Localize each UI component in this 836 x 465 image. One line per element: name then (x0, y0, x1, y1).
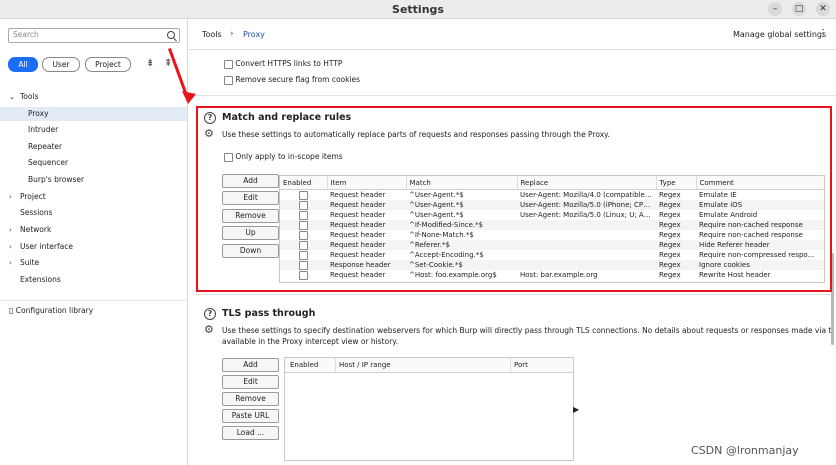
tls-pass-through-title: TLS pass through (222, 308, 316, 319)
close-button[interactable]: ✕ (816, 2, 830, 16)
filter-project[interactable]: Project (85, 57, 131, 72)
breadcrumb-separator: › (230, 29, 234, 39)
sidebar-item-sequencer[interactable]: Sequencer (0, 156, 187, 170)
maximize-button[interactable]: □ (792, 2, 806, 16)
load-button[interactable]: Load ... (222, 426, 279, 440)
filter-all[interactable]: All (8, 57, 38, 72)
tls-add-button[interactable]: Add (222, 358, 279, 372)
highlight-box (196, 106, 832, 292)
more-menu-icon[interactable]: ⋮ (818, 28, 828, 39)
sidebar-item-label: Intruder (28, 125, 59, 134)
watermark: CSDN @lronmanjay (691, 444, 799, 457)
sidebar-item-proxy[interactable]: Proxy (0, 107, 187, 121)
sidebar: Search All User Project ⇟ ⇞ ⌄ Tools Proxy I… (0, 19, 188, 465)
checkbox[interactable] (224, 75, 233, 85)
column-divider (335, 358, 336, 372)
breadcrumb-tools[interactable]: Tools (202, 30, 222, 39)
gear-icon[interactable]: ⚙ (204, 324, 215, 335)
tls-description-line-2: available in the Proxy intercept view or… (222, 337, 399, 346)
title-bar: Settings – □ ✕ (0, 0, 836, 19)
annotation-arrowhead (182, 91, 196, 104)
tls-table-header: Enabled Host / IP range Port (285, 358, 573, 373)
checkbox[interactable] (224, 59, 233, 69)
sidebar-item-project[interactable]: › Project (0, 190, 187, 204)
sidebar-divider (0, 300, 187, 301)
breadcrumb-proxy[interactable]: Proxy (243, 30, 265, 39)
sidebar-item-intruder[interactable]: Intruder (0, 123, 187, 137)
sidebar-item-label: Sequencer (28, 158, 69, 167)
sidebar-item-label: Suite (20, 258, 40, 267)
expand-all-icon[interactable]: ⇟ (146, 58, 154, 69)
sidebar-item-user-interface[interactable]: › User interface (0, 240, 187, 254)
tls-edit-button[interactable]: Edit (222, 375, 279, 389)
sidebar-item-sessions[interactable]: Sessions (0, 206, 187, 220)
sidebar-item-label: Project (20, 192, 46, 201)
search-input[interactable]: Search (8, 28, 180, 43)
window-title: Settings (392, 3, 444, 16)
column-host-ip[interactable]: Host / IP range (339, 361, 391, 369)
option-label: Convert HTTPS links to HTTP (235, 59, 343, 68)
configuration-library-link[interactable]: ▯ Configuration library (9, 306, 93, 315)
breadcrumb: Tools › Proxy Manage global settings ⋮ (188, 19, 836, 50)
sidebar-item-label: Sessions (20, 208, 53, 217)
sidebar-item-label: Repeater (28, 142, 63, 151)
sidebar-item-tools[interactable]: ⌄ Tools (0, 90, 187, 104)
chevron-right-icon[interactable]: › (9, 256, 12, 270)
column-port[interactable]: Port (514, 361, 528, 369)
sidebar-item-repeater[interactable]: Repeater (0, 140, 187, 154)
section-divider (196, 95, 836, 96)
tls-description-line-1: Use these settings to specify destinatio… (222, 326, 834, 335)
chevron-right-icon[interactable]: › (9, 190, 12, 204)
sidebar-item-burp-s-browser[interactable]: Burp's browser (0, 173, 187, 187)
book-icon: ▯ (9, 306, 14, 315)
sidebar-item-label: Tools (20, 92, 39, 101)
column-divider (510, 358, 511, 372)
chevron-right-icon[interactable]: › (9, 223, 12, 237)
chevron-right-icon[interactable]: › (9, 240, 12, 254)
manage-global-settings-link[interactable]: Manage global settings (733, 30, 826, 39)
configuration-library-label: Configuration library (15, 306, 94, 315)
tls-remove-button[interactable]: Remove (222, 392, 279, 406)
sidebar-item-network[interactable]: › Network (0, 223, 187, 237)
sidebar-item-label: Proxy (28, 109, 49, 118)
sidebar-item-extensions[interactable]: Extensions (0, 273, 187, 287)
sidebar-item-label: Extensions (20, 275, 61, 284)
tls-table: Enabled Host / IP range Port (284, 357, 574, 461)
section-divider (196, 294, 836, 295)
minimize-button[interactable]: – (768, 2, 782, 16)
chevron-down-icon[interactable]: ⌄ (9, 90, 15, 104)
search-placeholder: Search (13, 30, 39, 39)
column-enabled[interactable]: Enabled (290, 361, 318, 369)
filter-user[interactable]: User (42, 57, 80, 72)
sidebar-item-label: Burp's browser (28, 175, 85, 184)
sidebar-item-suite[interactable]: › Suite (0, 256, 187, 270)
search-icon (167, 31, 175, 39)
paste-url-button[interactable]: Paste URL (222, 409, 279, 423)
option-convert-https[interactable]: Convert HTTPS links to HTTP (224, 59, 342, 69)
sidebar-item-label: User interface (20, 242, 73, 251)
option-remove-secure-flag[interactable]: Remove secure flag from cookies (224, 75, 360, 85)
option-label: Remove secure flag from cookies (235, 75, 361, 84)
help-icon[interactable]: ? (204, 308, 216, 320)
expand-arrow-icon[interactable]: ▶ (573, 405, 579, 414)
sidebar-item-label: Network (20, 225, 52, 234)
